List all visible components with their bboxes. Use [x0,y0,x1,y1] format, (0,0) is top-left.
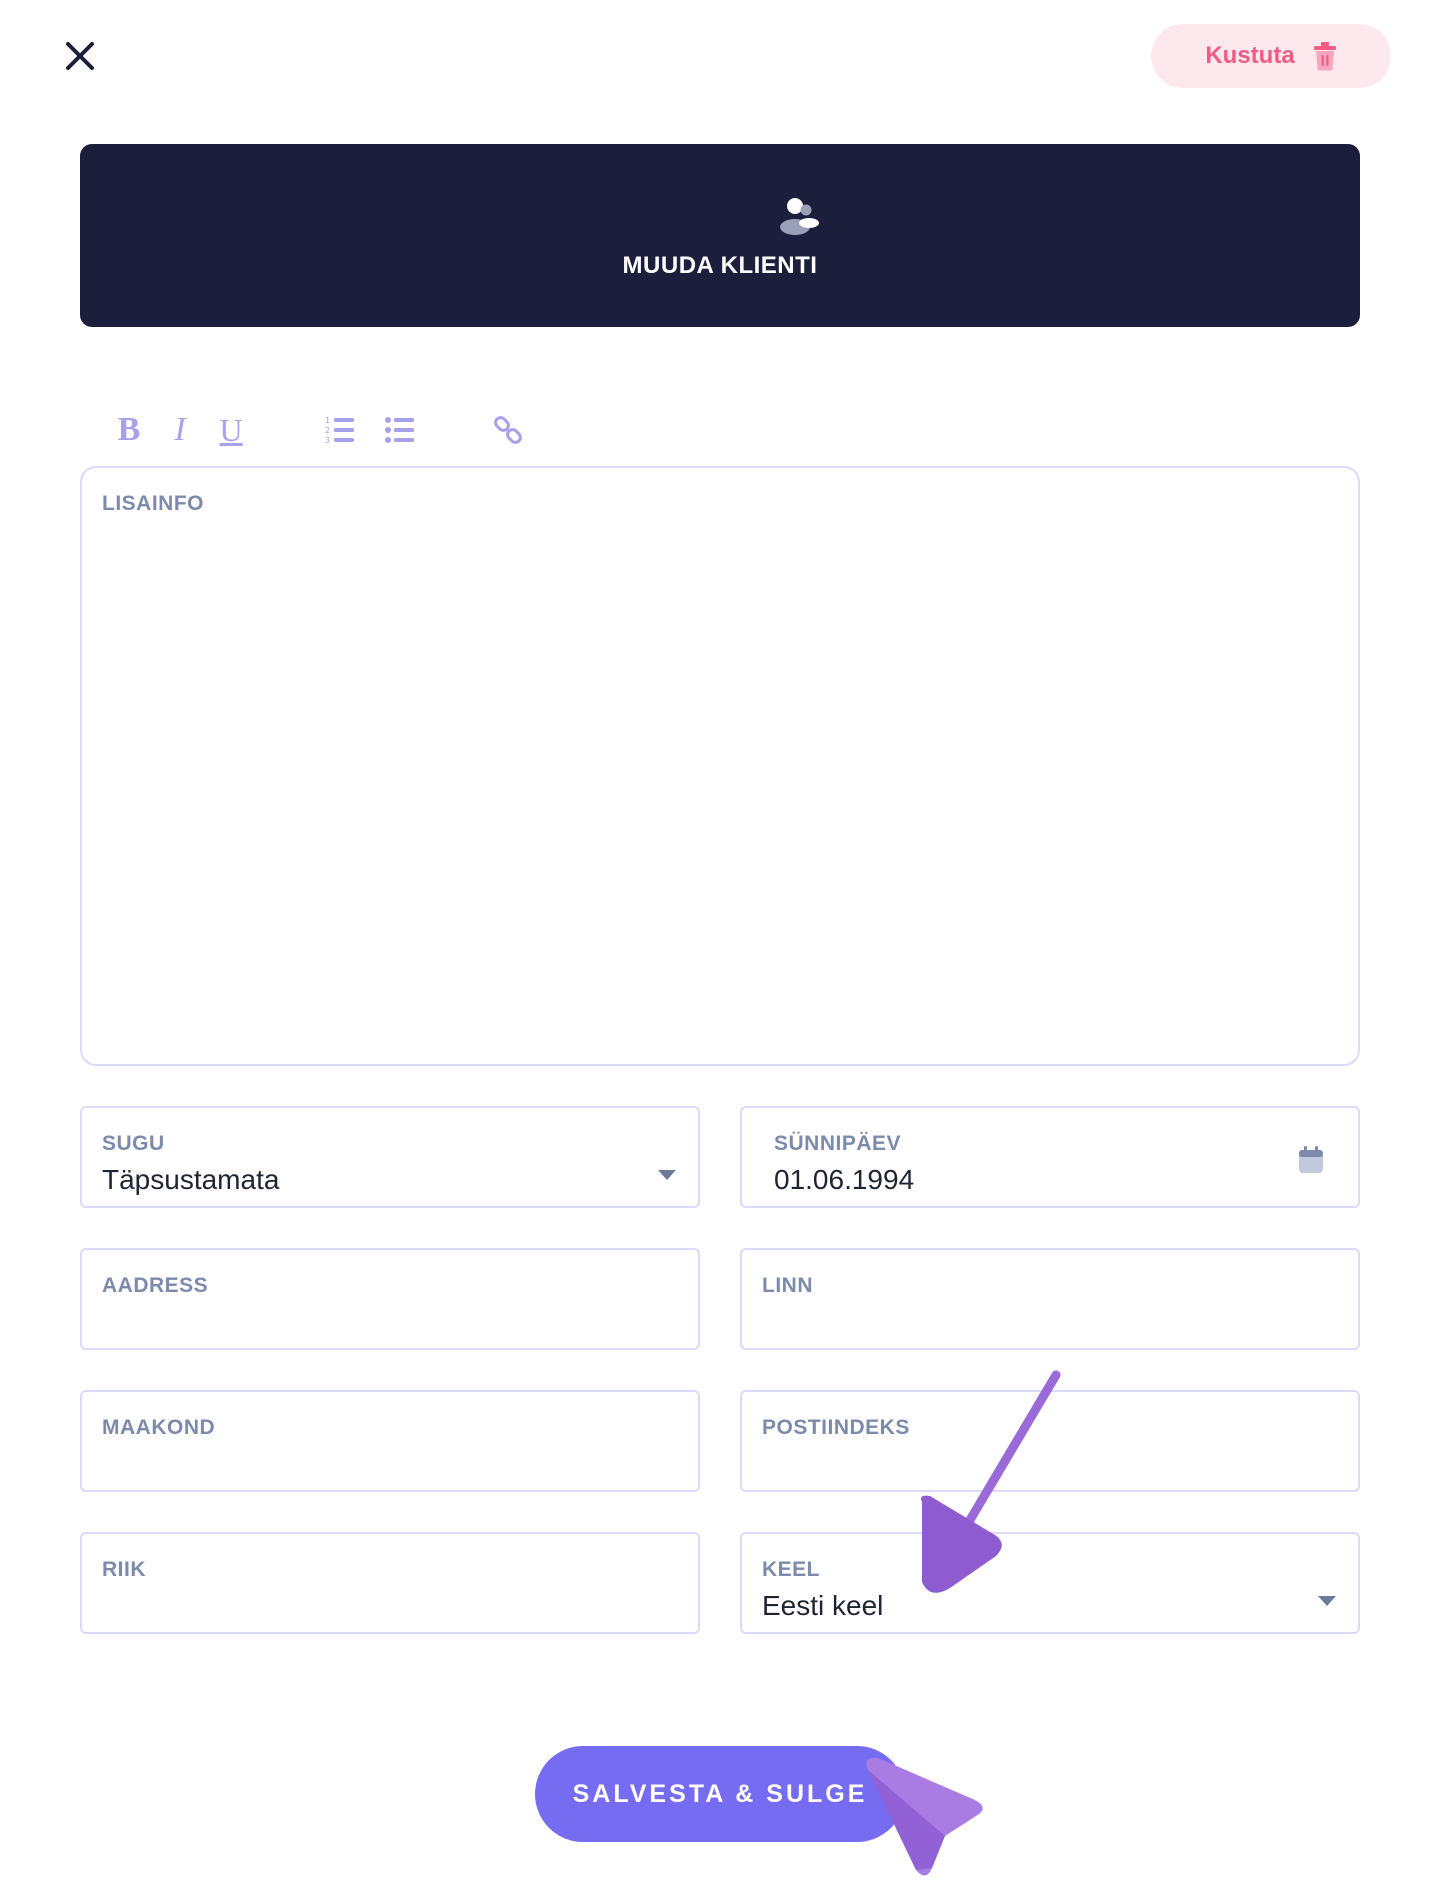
country-label: RIIK [102,1558,146,1581]
language-value: Eesti keel [762,1590,884,1621]
gender-select[interactable]: SUGU Täpsustamata [80,1106,700,1208]
postal-code-field[interactable]: POSTIINDEKS [740,1390,1360,1492]
gender-value: Täpsustamata [102,1164,280,1195]
birthday-value: 01.06.1994 [774,1164,915,1195]
country-field[interactable]: RIIK [80,1532,700,1634]
underline-button[interactable]: U [216,410,246,450]
ordered-list-icon[interactable]: 1 2 3 [324,410,356,450]
calendar-icon[interactable] [1298,1146,1324,1174]
edit-client-page: Kustuta MUUDA KLIENTI B I U 1 2 3 LISAIN… [0,0,1440,1894]
address-field[interactable]: AADRESS [80,1248,700,1350]
close-icon[interactable] [62,38,98,74]
delete-button[interactable]: Kustuta [1151,24,1391,88]
notes-textarea[interactable]: LISAINFO [80,466,1360,1066]
link-icon[interactable] [492,410,524,450]
bold-button[interactable]: B [114,410,144,450]
page-title: MUUDA KLIENTI [622,252,818,279]
postal-code-label: POSTIINDEKS [762,1416,910,1439]
language-select[interactable]: KEEL Eesti keel [740,1532,1360,1634]
save-and-close-button[interactable]: SALVESTA & SULGE [535,1746,905,1842]
county-field[interactable]: MAAKOND [80,1390,700,1492]
gender-label: SUGU [102,1132,165,1155]
trash-icon [1313,42,1336,71]
birthday-field[interactable]: SÜNNIPÄEV 01.06.1994 [740,1106,1360,1208]
notes-label: LISAINFO [102,492,204,515]
city-label: LINN [762,1274,813,1297]
svg-text:2: 2 [325,426,330,435]
chevron-down-icon [658,1170,676,1180]
save-button-label: SALVESTA & SULGE [572,1779,868,1808]
delete-button-label: Kustuta [1205,42,1295,69]
rich-text-toolbar: B I U 1 2 3 [100,410,600,450]
svg-text:1: 1 [325,416,330,425]
address-label: AADRESS [102,1274,209,1297]
edit-client-header: MUUDA KLIENTI [80,144,1360,327]
birthday-label: SÜNNIPÄEV [774,1132,902,1155]
bullet-list-icon[interactable] [384,410,416,450]
language-label: KEEL [762,1558,821,1581]
county-label: MAAKOND [102,1416,216,1439]
city-field[interactable]: LINN [740,1248,1360,1350]
person-icon [780,198,819,235]
svg-text:3: 3 [325,436,330,445]
italic-button[interactable]: I [165,410,195,450]
chevron-down-icon [1318,1596,1336,1606]
